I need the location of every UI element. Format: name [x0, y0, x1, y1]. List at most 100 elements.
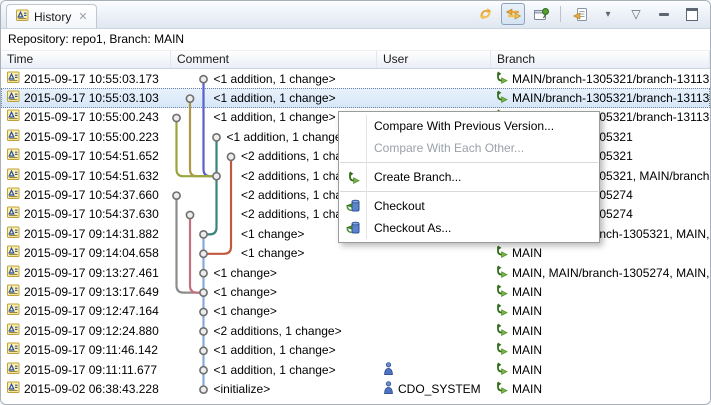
branch-cell: MAIN	[491, 284, 710, 300]
checkout-icon	[346, 221, 361, 235]
branch-icon	[495, 284, 508, 297]
branch-cell: MAIN, MAIN/branch-1305274, MAIN, MAIN/br…	[491, 265, 710, 281]
branch-icon	[495, 90, 508, 103]
menu-separator	[340, 162, 598, 163]
time-cell: 2015-09-17 10:55:00.243	[1, 109, 171, 125]
menu-item-checkout-as[interactable]: Checkout As...	[339, 217, 599, 239]
view-menu-icon[interactable]: ▽	[624, 3, 648, 25]
comment-cell: <1 change>	[171, 304, 377, 318]
checkout-icon	[346, 199, 361, 213]
time-cell: 2015-09-17 09:13:17.649	[1, 284, 171, 300]
comment-cell: <1 addition, 1 change>	[171, 72, 377, 86]
table-row[interactable]: 2015-09-17 09:11:11.677 <1 addition, 1 c…	[1, 360, 710, 379]
view-toolbar: ▾ ▽	[473, 3, 710, 28]
commit-icon	[6, 168, 20, 181]
branch-cell: MAIN/branch-1305321/branch-13113	[491, 90, 710, 106]
commit-icon	[6, 90, 20, 103]
dropdown-arrow-icon[interactable]: ▾	[596, 3, 620, 25]
commit-icon	[6, 187, 20, 200]
branch-icon	[495, 303, 508, 316]
repository-info: Repository: repo1, Branch: MAIN	[1, 29, 710, 51]
commit-icon	[15, 9, 29, 22]
table-row[interactable]: 2015-09-17 10:55:03.173 <1 addition, 1 c…	[1, 69, 710, 88]
table-row[interactable]: 2015-09-17 10:55:03.103 <1 addition, 1 c…	[1, 88, 710, 107]
branch-cell: MAIN	[491, 303, 710, 319]
commit-icon	[6, 71, 20, 84]
column-header-branch[interactable]: Branch	[491, 51, 710, 68]
column-header-time[interactable]: Time	[1, 51, 171, 68]
minimize-icon[interactable]	[652, 3, 676, 25]
tab-bar: History ✕	[1, 1, 710, 29]
menu-item-compare-with-previous-version[interactable]: Compare With Previous Version...	[339, 115, 599, 137]
branch-icon	[495, 245, 508, 258]
branch-icon	[495, 265, 508, 278]
table-row[interactable]: 2015-09-02 06:38:43.228 <initialize> CDO…	[1, 379, 710, 398]
commit-icon	[6, 265, 20, 278]
menu-separator	[340, 191, 598, 192]
time-cell: 2015-09-17 09:11:46.142	[1, 342, 171, 358]
time-cell: 2015-09-17 09:12:24.880	[1, 323, 171, 339]
commit-icon	[6, 245, 20, 258]
table-row[interactable]: 2015-09-17 09:12:47.164 <1 change> MAIN	[1, 302, 710, 321]
comment-cell: <1 addition, 1 change>	[171, 91, 377, 105]
time-cell: 2015-09-17 09:13:27.461	[1, 265, 171, 281]
comment-cell: <1 change>	[171, 285, 377, 299]
comment-cell: <1 change>	[171, 246, 377, 260]
branch-icon	[495, 381, 508, 394]
column-header-comment[interactable]: Comment	[171, 51, 377, 68]
menu-item-create-branch[interactable]: Create Branch...	[339, 166, 599, 188]
tab-title: History	[34, 10, 71, 24]
commit-icon	[6, 148, 20, 161]
time-cell: 2015-09-17 09:11:11.677	[1, 362, 171, 378]
filter-menu-icon[interactable]	[568, 3, 592, 25]
time-cell: 2015-09-17 10:55:00.223	[1, 129, 171, 145]
comment-cell: <1 change>	[171, 266, 377, 280]
branch-icon	[495, 71, 508, 84]
branch-cell: MAIN	[491, 381, 710, 397]
user-cell: CDO_SYSTEM	[377, 381, 491, 397]
commit-icon	[6, 284, 20, 297]
history-view-icon	[15, 9, 29, 25]
comment-cell: <2 additions, 1 change>	[171, 324, 377, 338]
time-cell: 2015-09-17 09:14:31.882	[1, 226, 171, 242]
commit-icon	[6, 362, 20, 375]
branch-cell: MAIN/branch-1305321/branch-13113	[491, 71, 710, 87]
table-row[interactable]: 2015-09-17 09:14:04.658 <1 change> MAIN	[1, 244, 710, 263]
commit-icon	[6, 342, 20, 355]
history-view: History ✕	[0, 0, 711, 405]
user-icon	[383, 362, 394, 375]
menu-item-checkout[interactable]: Checkout	[339, 195, 599, 217]
branch-cell: MAIN	[491, 245, 710, 261]
branch-icon	[495, 342, 508, 355]
comment-cell: <initialize>	[171, 382, 377, 396]
branch-icon	[347, 171, 360, 184]
commit-icon	[6, 381, 20, 394]
time-cell: 2015-09-17 10:54:37.660	[1, 187, 171, 203]
time-cell: 2015-09-17 10:55:03.103	[1, 90, 171, 106]
maximize-icon[interactable]	[680, 3, 704, 25]
commit-icon	[6, 129, 20, 142]
commit-icon	[6, 206, 20, 219]
context-menu: Compare With Previous Version... Compare…	[338, 111, 600, 243]
table-row[interactable]: 2015-09-17 09:13:27.461 <1 change> MAIN,…	[1, 263, 710, 282]
refresh-icon[interactable]	[473, 3, 497, 25]
time-cell: 2015-09-17 10:54:51.632	[1, 168, 171, 184]
table-row[interactable]: 2015-09-17 09:13:17.649 <1 change> MAIN	[1, 282, 710, 301]
link-with-editor-icon[interactable]	[501, 3, 525, 25]
time-cell: 2015-09-17 09:12:47.164	[1, 303, 171, 319]
commit-icon	[6, 109, 20, 122]
branch-cell: MAIN	[491, 362, 710, 378]
tab-history[interactable]: History ✕	[6, 4, 97, 28]
menu-item-compare-with-each-other: Compare With Each Other...	[339, 137, 599, 159]
time-cell: 2015-09-17 10:54:37.630	[1, 206, 171, 222]
time-cell: 2015-09-17 09:14:04.658	[1, 245, 171, 261]
branch-icon	[495, 362, 508, 375]
column-header-user[interactable]: User	[377, 51, 491, 68]
table-row[interactable]: 2015-09-17 09:12:24.880 <2 additions, 1 …	[1, 321, 710, 340]
table-row[interactable]: 2015-09-17 09:11:46.142 <1 addition, 1 c…	[1, 340, 710, 359]
close-icon[interactable]: ✕	[78, 10, 87, 23]
branch-icon	[495, 323, 508, 336]
pin-editor-icon[interactable]	[529, 3, 553, 25]
user-icon	[383, 381, 394, 394]
commit-icon	[6, 226, 20, 239]
